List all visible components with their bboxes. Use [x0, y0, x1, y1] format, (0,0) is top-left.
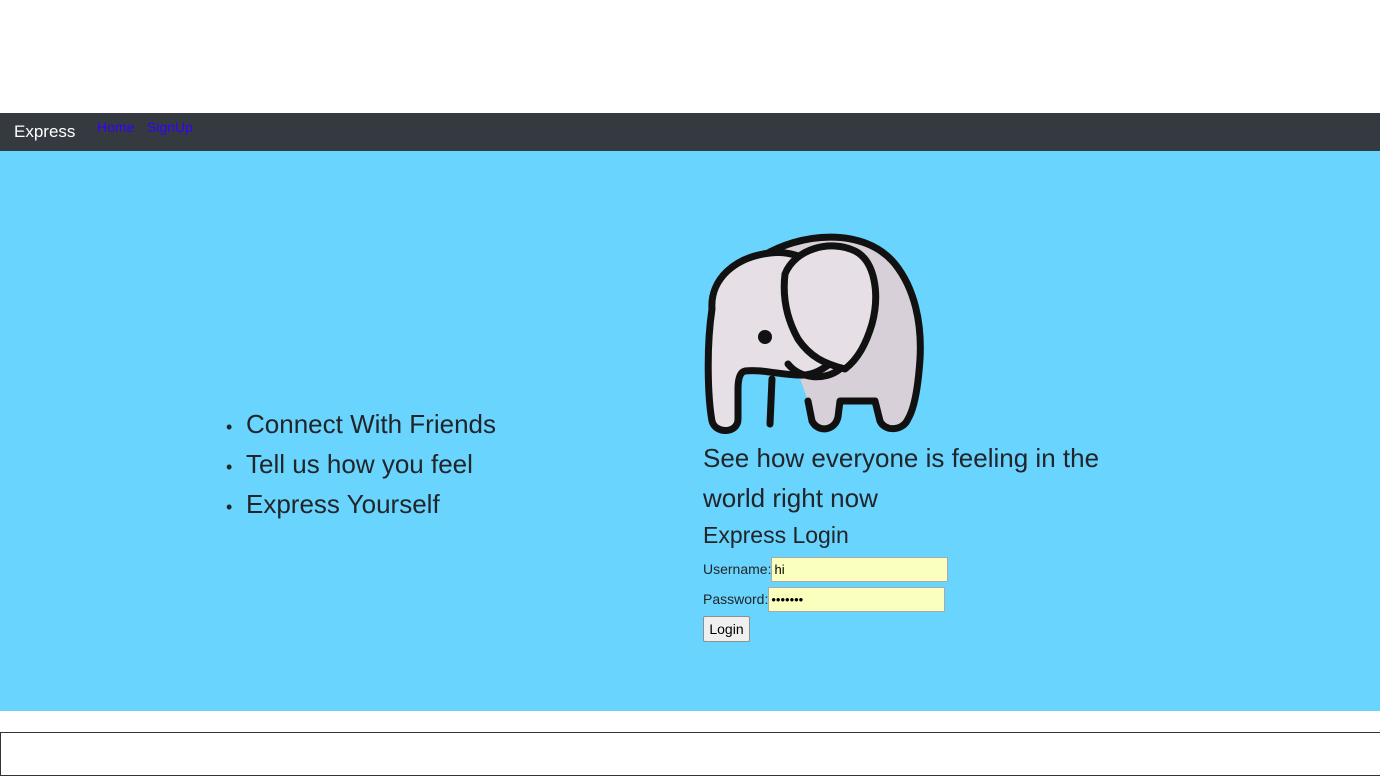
- brand-link[interactable]: Express: [14, 119, 75, 145]
- password-label: Password:: [703, 591, 769, 607]
- password-row: Password:: [703, 586, 946, 612]
- feature-list: • Connect With Friends • Tell us how you f…: [226, 404, 496, 524]
- hero-section: • Connect With Friends • Tell us how you f…: [0, 151, 1380, 711]
- bullet-icon: •: [226, 497, 233, 517]
- elephant-icon: [704, 233, 924, 434]
- feature-label: Express Yourself: [246, 489, 440, 519]
- feature-label: Connect With Friends: [246, 409, 496, 439]
- username-input[interactable]: [771, 556, 949, 582]
- feature-item: • Express Yourself: [226, 484, 496, 524]
- footer-box: [0, 732, 1380, 776]
- feature-label: Tell us how you feel: [246, 449, 473, 479]
- username-row: Username:: [703, 556, 949, 582]
- username-label: Username:: [703, 561, 772, 577]
- navbar: Express Home SignUp: [0, 113, 1380, 151]
- login-title: Express Login: [703, 522, 849, 548]
- bullet-icon: •: [226, 417, 233, 437]
- password-input[interactable]: [768, 586, 946, 612]
- nav-link-home[interactable]: Home: [97, 119, 134, 135]
- tagline: See how everyone is feeling in the world…: [703, 443, 1100, 513]
- bullet-icon: •: [226, 457, 233, 477]
- login-button[interactable]: Login: [703, 616, 750, 642]
- nav-link-signup[interactable]: SignUp: [147, 119, 193, 135]
- feature-item: • Tell us how you feel: [226, 444, 496, 484]
- feature-item: • Connect With Friends: [226, 404, 496, 444]
